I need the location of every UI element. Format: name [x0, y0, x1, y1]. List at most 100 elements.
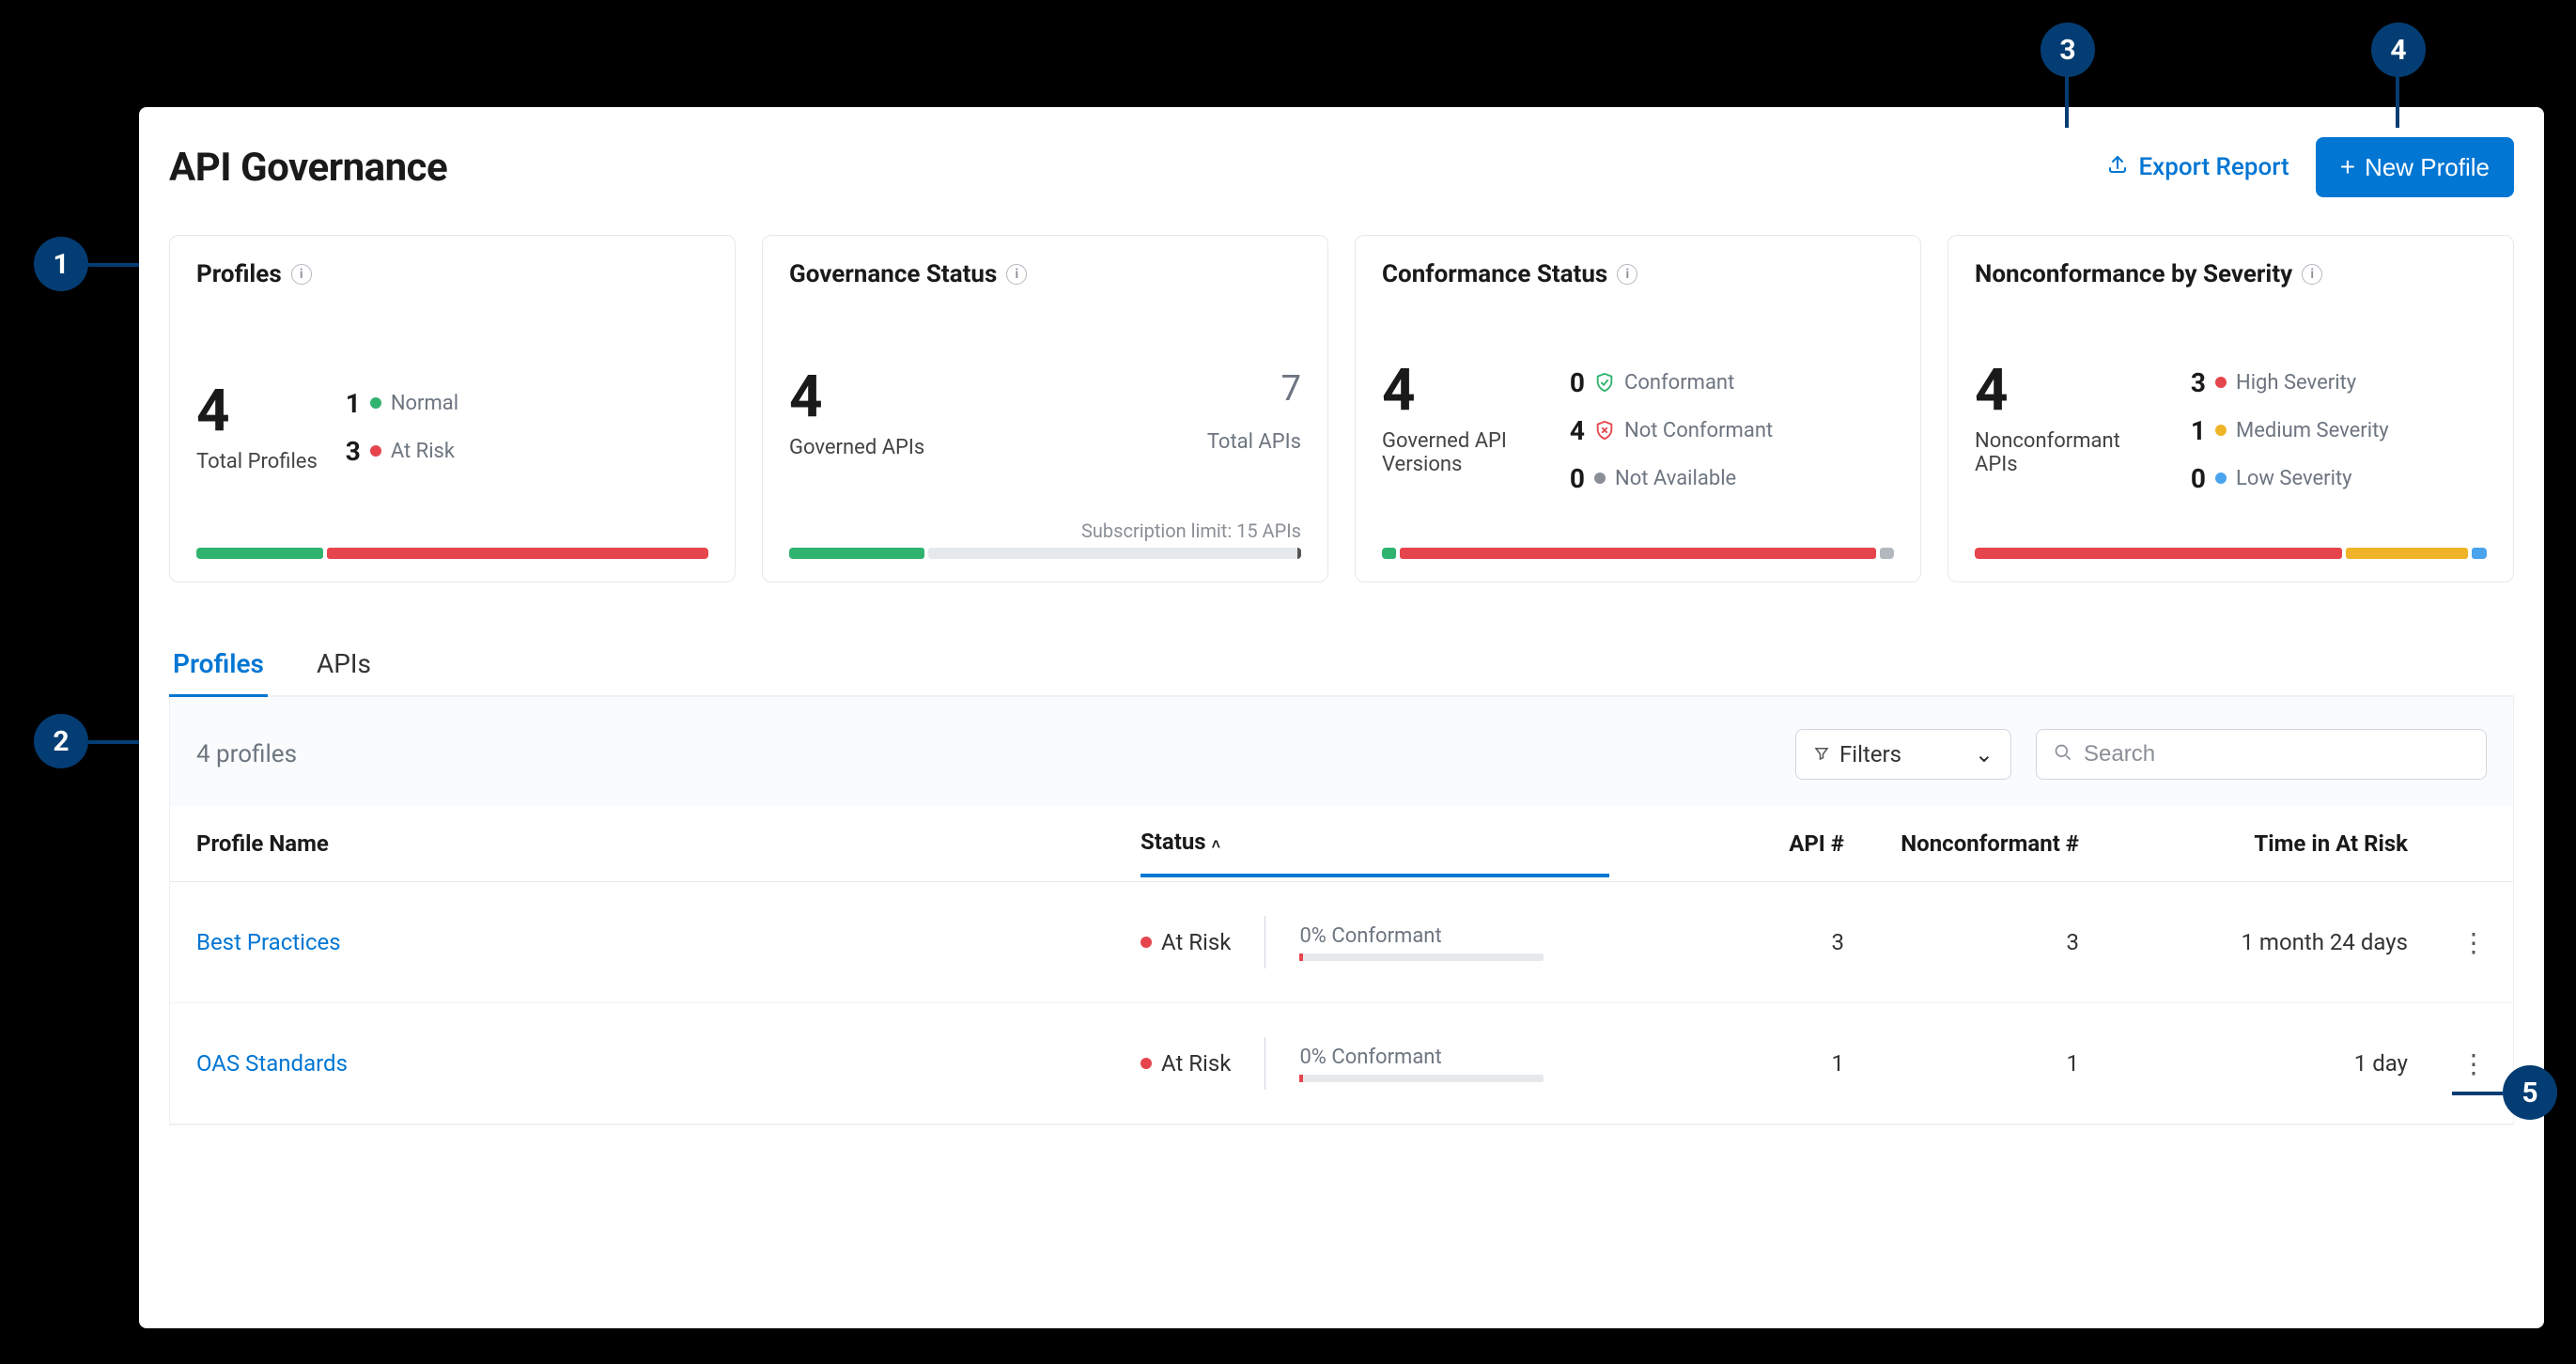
- dot-icon: [1141, 1058, 1152, 1069]
- legend-notconformant: 4 Not Conformant: [1560, 415, 1894, 446]
- table-row: Best Practices At Risk0% Conformant331 m…: [170, 882, 2513, 1003]
- col-api-count[interactable]: API #: [1636, 806, 1870, 882]
- legend-notconformant-label: Not Conformant: [1624, 419, 1773, 442]
- legend-high: 3 High Severity: [2181, 367, 2487, 398]
- info-icon[interactable]: i: [2302, 264, 2322, 285]
- annotation-bubble-3: 3: [2041, 23, 2095, 77]
- annotation-bubble-2: 2: [34, 714, 88, 768]
- nonconformant-apis-label: Nonconformant APIs: [1975, 429, 2163, 476]
- col-status[interactable]: Status ˄: [1114, 806, 1636, 882]
- filter-icon: [1813, 741, 1830, 767]
- info-icon[interactable]: i: [1006, 264, 1027, 285]
- conformance-meter: 0% Conformant: [1299, 1046, 1544, 1082]
- dot-icon: [1594, 473, 1606, 484]
- search-icon: [2054, 741, 2072, 767]
- governed-versions: 4: [1382, 362, 1542, 420]
- export-report-link[interactable]: Export Report: [2106, 153, 2289, 182]
- legend-medium-label: Medium Severity: [2236, 419, 2389, 442]
- annotation-bubble-1: 1: [34, 237, 88, 291]
- legend-notavailable-count: 0: [1560, 463, 1585, 494]
- legend-low: 0 Low Severity: [2181, 463, 2487, 494]
- annotation-line-2: [88, 740, 139, 744]
- plus-icon: +: [2340, 152, 2355, 182]
- severity-bar: [1975, 548, 2487, 559]
- legend-medium: 1 Medium Severity: [2181, 415, 2487, 446]
- page-header: API Governance Export Report + New Profi…: [169, 137, 2514, 197]
- cell-time-at-risk: 1 month 24 days: [2105, 882, 2434, 1003]
- nonconformant-apis: 4: [1975, 362, 2163, 420]
- annotation-bubble-5: 5: [2503, 1065, 2557, 1120]
- legend-atrisk-label: At Risk: [391, 440, 455, 463]
- card-governance: Governance Status i 4 Governed APIs 7 To…: [762, 235, 1328, 582]
- info-icon[interactable]: i: [1617, 264, 1637, 285]
- sort-asc-icon: ˄: [1208, 835, 1220, 853]
- legend-notavailable-label: Not Available: [1615, 467, 1736, 490]
- legend-conformant: 0 Conformant: [1560, 367, 1894, 398]
- tab-bar: Profiles APIs: [169, 639, 2514, 697]
- governed-versions-label: Governed API Versions: [1382, 429, 1542, 476]
- profiles-count: 4 profiles: [196, 740, 297, 768]
- legend-notconformant-count: 4: [1560, 415, 1585, 446]
- dot-icon: [1141, 937, 1152, 948]
- status-badge: At Risk: [1141, 929, 1231, 955]
- col-nonconformant[interactable]: Nonconformant #: [1870, 806, 2105, 882]
- search-box[interactable]: [2036, 729, 2487, 780]
- card-governance-title: Governance Status: [789, 260, 997, 288]
- governance-bar: [789, 548, 1301, 559]
- subscription-note: Subscription limit: 15 APIs: [789, 519, 1301, 542]
- cell-api-count: 3: [1636, 882, 1870, 1003]
- legend-notavailable: 0 Not Available: [1560, 463, 1894, 494]
- main-panel: API Governance Export Report + New Profi…: [139, 107, 2544, 1328]
- new-profile-button[interactable]: + New Profile: [2316, 137, 2514, 197]
- search-input[interactable]: [2084, 741, 2469, 767]
- shield-check-icon: [1594, 371, 1615, 394]
- info-icon[interactable]: i: [291, 264, 312, 285]
- card-conformance: Conformance Status i 4 Governed API Vers…: [1355, 235, 1921, 582]
- filters-label: Filters: [1839, 741, 1901, 767]
- profiles-total-label: Total Profiles: [196, 450, 318, 473]
- conformance-meter: 0% Conformant: [1299, 924, 1544, 961]
- col-time-at-risk[interactable]: Time in At Risk: [2105, 806, 2434, 882]
- annotation-line-4: [2396, 77, 2399, 128]
- total-apis-label: Total APIs: [1207, 430, 1301, 454]
- card-severity-title: Nonconformance by Severity: [1975, 260, 2292, 288]
- profiles-table-area: 4 profiles Filters ⌄ Profile Name: [169, 697, 2514, 1125]
- chevron-down-icon: ⌄: [1975, 741, 1994, 767]
- shield-x-icon: [1594, 419, 1615, 442]
- annotation-line-5: [2452, 1092, 2503, 1095]
- annotation-bubble-4: 4: [2371, 23, 2426, 77]
- col-actions: [2434, 806, 2513, 882]
- cell-time-at-risk: 1 day: [2105, 1003, 2434, 1124]
- legend-high-count: 3: [2181, 367, 2206, 398]
- card-conformance-title: Conformance Status: [1382, 260, 1607, 288]
- conformance-bar: [1382, 548, 1894, 559]
- profiles-total: 4: [196, 382, 318, 441]
- profile-link[interactable]: Best Practices: [196, 929, 341, 955]
- export-report-label: Export Report: [2138, 153, 2289, 181]
- governed-apis-label: Governed APIs: [789, 436, 924, 459]
- row-actions-menu[interactable]: ⋮: [2460, 927, 2487, 958]
- dot-icon: [2215, 473, 2227, 484]
- total-apis: 7: [1207, 368, 1301, 410]
- profiles-table: Profile Name Status ˄ API # Nonconforman…: [170, 806, 2513, 1124]
- legend-normal-label: Normal: [391, 392, 458, 415]
- page-title: API Governance: [169, 145, 447, 191]
- upload-icon: [2106, 153, 2129, 182]
- legend-atrisk: 3 At Risk: [336, 436, 708, 467]
- tab-profiles[interactable]: Profiles: [169, 639, 268, 697]
- profiles-bar: [196, 548, 708, 559]
- tab-apis[interactable]: APIs: [313, 639, 375, 697]
- cell-api-count: 1: [1636, 1003, 1870, 1124]
- legend-conformant-count: 0: [1560, 367, 1585, 398]
- legend-normal: 1 Normal: [336, 388, 708, 419]
- profile-link[interactable]: OAS Standards: [196, 1050, 348, 1077]
- dot-icon: [370, 397, 381, 409]
- dot-icon: [2215, 425, 2227, 436]
- legend-normal-count: 1: [336, 388, 361, 419]
- legend-atrisk-count: 3: [336, 436, 361, 467]
- row-actions-menu[interactable]: ⋮: [2460, 1048, 2487, 1079]
- filters-dropdown[interactable]: Filters ⌄: [1795, 729, 2011, 780]
- col-profile-name[interactable]: Profile Name: [170, 806, 1114, 882]
- legend-low-label: Low Severity: [2236, 467, 2352, 490]
- table-row: OAS Standards At Risk0% Conformant111 da…: [170, 1003, 2513, 1124]
